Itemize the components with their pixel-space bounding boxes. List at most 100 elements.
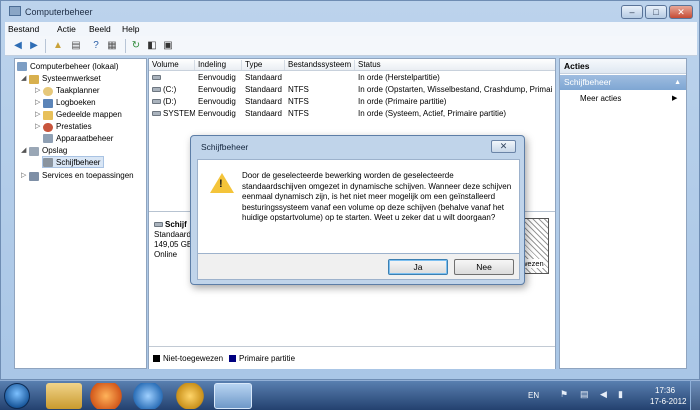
yes-button[interactable]: Ja (388, 259, 448, 275)
table-row[interactable]: (D:) Eenvoudig Standaard NTFS In orde (P… (149, 96, 555, 107)
clock-time[interactable]: 17:36 (655, 386, 675, 395)
help-icon[interactable]: ? (89, 39, 103, 53)
properties-icon[interactable]: ▦ (105, 39, 119, 53)
tree-item-logboeken[interactable]: ▷ Logboeken (35, 97, 96, 109)
show-desktop-button[interactable] (690, 380, 700, 410)
device-manager-icon (43, 134, 53, 144)
tree-item-label: Taakplanner (56, 86, 100, 96)
tree-item-prestaties[interactable]: ▷ Prestaties (35, 121, 92, 133)
legend-primary: Primaire partitie (239, 354, 296, 363)
computer-management-task-icon[interactable] (214, 383, 252, 409)
start-button[interactable] (4, 383, 30, 409)
tree-item-gedeelde-mappen[interactable]: ▷ Gedeelde mappen (35, 109, 122, 121)
explorer-icon[interactable] (46, 383, 82, 409)
tray-volume-icon[interactable]: ◀ (600, 389, 607, 400)
column-type[interactable]: Type (242, 60, 285, 70)
expand-icon[interactable]: ▷ (35, 109, 43, 121)
disk-icon (154, 222, 163, 228)
games-icon[interactable] (172, 383, 208, 409)
volume-icon (152, 75, 161, 81)
cell-volume: SYSTEM (163, 109, 195, 118)
cell-volume: (D:) (163, 97, 177, 106)
tray-power-icon[interactable]: ▮ (618, 389, 623, 400)
actions-title: Acties (560, 59, 686, 74)
log-icon (43, 98, 53, 108)
column-volume[interactable]: Volume (149, 60, 195, 70)
warning-exclamation: ! (219, 178, 223, 190)
disk-properties-icon[interactable]: ▣ (161, 39, 175, 53)
tree-item-label: Computerbeheer (lokaal) (30, 62, 119, 71)
maximize-button[interactable]: □ (645, 5, 667, 19)
expand-icon[interactable]: ▷ (35, 97, 43, 109)
dialog-close-button[interactable]: ✕ (491, 140, 516, 153)
expand-icon[interactable]: ▷ (35, 85, 43, 97)
tray-flag-icon[interactable]: ⚑ (560, 389, 568, 400)
window-title: Computerbeheer (25, 7, 93, 17)
tree-item-taakplanner[interactable]: ▷ Taakplanner (35, 85, 100, 97)
column-bestandssysteem[interactable]: Bestandssysteem (285, 60, 355, 70)
collapse-up-icon[interactable]: ▲ (674, 75, 681, 90)
table-row[interactable]: Eenvoudig Standaard In orde (Herstelpart… (149, 72, 555, 83)
menu-bestand[interactable]: Bestand (8, 24, 39, 34)
collapse-icon[interactable]: ◢ (21, 145, 29, 157)
cell-status: In orde (Herstelpartitie) (358, 73, 440, 82)
expand-icon[interactable]: ▷ (21, 170, 29, 182)
column-indeling[interactable]: Indeling (195, 60, 242, 70)
navigation-tree: Computerbeheer (lokaal) ◢ Systeemwerkset … (14, 58, 147, 369)
dialog-message: Door de geselecteerde bewerking worden d… (242, 171, 512, 223)
toolbar: ◀ ▶ ▲ ▤ ? ▦ ↻ ◧ ▣ (5, 36, 697, 56)
actions-section-label: Schijfbeheer (564, 77, 612, 87)
title-bar[interactable]: Computerbeheer – □ ✕ (1, 1, 699, 21)
tree-item-computerbeheer[interactable]: Computerbeheer (lokaal) (17, 61, 119, 73)
legend: Niet-toegewezen Primaire partitie (149, 346, 555, 370)
cell-indeling: Eenvoudig (198, 85, 236, 94)
close-button[interactable]: ✕ (669, 5, 693, 19)
tree-item-label: Logboeken (56, 98, 96, 108)
menu-beeld[interactable]: Beeld (89, 24, 111, 34)
refresh-icon[interactable]: ↻ (129, 39, 143, 53)
tree-item-label: Prestaties (56, 122, 92, 132)
more-actions[interactable]: Meer acties (580, 94, 621, 103)
menu-actie[interactable]: Actie (57, 24, 76, 34)
taskbar (0, 380, 700, 410)
up-folder-icon[interactable]: ▲ (51, 39, 65, 53)
dialog-title: Schijfbeheer (201, 142, 249, 152)
column-status[interactable]: Status (355, 60, 555, 70)
convert-dynamic-dialog: Schijfbeheer ✕ ! Door de geselecteerde b… (190, 135, 525, 285)
cell-status: In orde (Opstarten, Wisselbestand, Crash… (358, 85, 553, 94)
tray-network-icon[interactable]: ▤ (580, 389, 589, 400)
browser-icon[interactable] (130, 383, 166, 409)
tree-item-label: Opslag (42, 146, 68, 156)
table-row[interactable]: SYSTEM Eenvoudig Standaard NTFS In orde … (149, 108, 555, 119)
cell-type: Standaard (245, 85, 282, 94)
submenu-arrow-icon[interactable]: ▶ (672, 94, 677, 102)
menu-help[interactable]: Help (122, 24, 139, 34)
expand-icon[interactable]: ▷ (35, 121, 43, 133)
tools-icon (29, 74, 39, 84)
tree-item-systeemwerkset[interactable]: ◢ Systeemwerkset (21, 73, 101, 85)
export-icon[interactable]: ◧ (145, 39, 159, 53)
shared-folder-icon (43, 110, 53, 120)
tree-item-label: Apparaatbeheer (56, 134, 114, 143)
menu-bar: Bestand Actie Beeld Help (5, 22, 697, 36)
back-arrow-icon[interactable]: ◀ (11, 39, 25, 53)
tree-item-schijfbeheer[interactable]: Schijfbeheer (42, 156, 105, 168)
cell-filesystem: NTFS (288, 85, 309, 94)
partition-label: wezen (522, 259, 544, 268)
table-row[interactable]: (C:) Eenvoudig Standaard NTFS In orde (O… (149, 84, 555, 95)
tree-item-apparaatbeheer[interactable]: Apparaatbeheer (43, 133, 113, 145)
collapse-icon[interactable]: ◢ (21, 73, 29, 85)
forward-arrow-icon[interactable]: ▶ (27, 39, 41, 53)
clock-date[interactable]: 17-6-2012 (650, 397, 686, 406)
media-player-icon[interactable] (88, 383, 124, 409)
toolbar-divider (125, 39, 126, 53)
language-indicator[interactable]: EN (528, 391, 539, 400)
no-button[interactable]: Nee (454, 259, 514, 275)
minimize-button[interactable]: – (621, 5, 643, 19)
toolbar-divider (45, 39, 46, 53)
show-tree-icon[interactable]: ▤ (69, 39, 83, 53)
tree-item-services[interactable]: ▷ Services en toepassingen (21, 170, 134, 182)
actions-section-schijfbeheer[interactable]: Schijfbeheer ▲ (560, 75, 686, 90)
cell-indeling: Eenvoudig (198, 97, 236, 106)
volume-icon (152, 111, 161, 117)
